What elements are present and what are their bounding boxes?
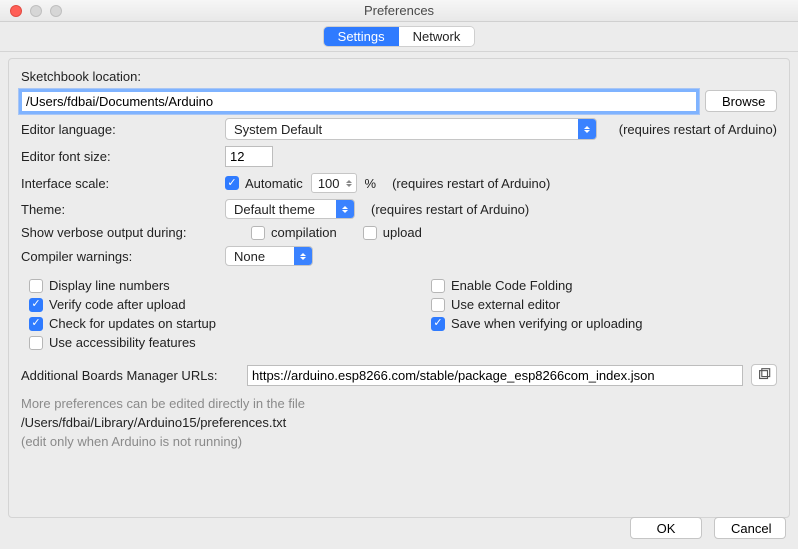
code-folding-label: Enable Code Folding	[451, 278, 572, 293]
titlebar: Preferences	[0, 0, 798, 22]
note-line2: (edit only when Arduino is not running)	[21, 434, 777, 449]
chevron-updown-icon	[336, 200, 354, 218]
display-line-numbers-checkbox[interactable]: Display line numbers	[29, 278, 170, 293]
warnings-select[interactable]: None	[225, 246, 313, 266]
warnings-label: Compiler warnings:	[21, 249, 217, 264]
note-line1: More preferences can be edited directly …	[21, 396, 777, 411]
scale-unit: %	[365, 176, 377, 191]
scale-input[interactable]: 100	[311, 173, 357, 193]
window-stack-icon	[757, 368, 771, 382]
check-updates-checkbox[interactable]: Check for updates on startup	[29, 316, 216, 331]
scale-hint: (requires restart of Arduino)	[392, 176, 550, 191]
check-updates-label: Check for updates on startup	[49, 316, 216, 331]
language-value: System Default	[234, 122, 322, 137]
scale-label: Interface scale:	[21, 176, 217, 191]
settings-panel: Sketchbook location: Browse Editor langu…	[8, 58, 790, 518]
cancel-button[interactable]: Cancel	[714, 517, 786, 539]
verbose-upload-label: upload	[383, 225, 422, 240]
tab-settings[interactable]: Settings	[324, 27, 399, 46]
sketchbook-label: Sketchbook location:	[21, 69, 777, 84]
scale-value: 100	[318, 176, 340, 191]
external-editor-checkbox[interactable]: Use external editor	[431, 297, 560, 312]
fontsize-label: Editor font size:	[21, 149, 217, 164]
code-folding-checkbox[interactable]: Enable Code Folding	[431, 278, 572, 293]
verify-after-upload-label: Verify code after upload	[49, 297, 186, 312]
chevron-updown-icon	[294, 247, 312, 265]
scale-automatic-checkbox[interactable]: Automatic	[225, 176, 303, 191]
boards-label: Additional Boards Manager URLs:	[21, 368, 239, 383]
verbose-compilation-checkbox[interactable]: compilation	[251, 225, 337, 240]
verbose-label: Show verbose output during:	[21, 225, 243, 240]
warnings-value: None	[234, 249, 265, 264]
accessibility-checkbox[interactable]: Use accessibility features	[29, 335, 196, 350]
language-select[interactable]: System Default	[225, 118, 597, 140]
dialog-buttons: OK Cancel	[630, 517, 786, 539]
save-when-verify-checkbox[interactable]: Save when verifying or uploading	[431, 316, 643, 331]
theme-label: Theme:	[21, 202, 217, 217]
sketchbook-path-input[interactable]	[21, 91, 697, 112]
ok-button[interactable]: OK	[630, 517, 702, 539]
window-title: Preferences	[0, 3, 798, 18]
verbose-upload-checkbox[interactable]: upload	[363, 225, 422, 240]
scale-automatic-label: Automatic	[245, 176, 303, 191]
display-line-numbers-label: Display line numbers	[49, 278, 170, 293]
boards-urls-input[interactable]	[247, 365, 743, 386]
verify-after-upload-checkbox[interactable]: Verify code after upload	[29, 297, 186, 312]
accessibility-label: Use accessibility features	[49, 335, 196, 350]
theme-hint: (requires restart of Arduino)	[371, 202, 529, 217]
language-hint: (requires restart of Arduino)	[619, 122, 777, 137]
verbose-compilation-label: compilation	[271, 225, 337, 240]
browse-button[interactable]: Browse	[705, 90, 777, 112]
theme-select[interactable]: Default theme	[225, 199, 355, 219]
theme-value: Default theme	[234, 202, 315, 217]
chevron-updown-icon	[578, 119, 596, 139]
save-when-verify-label: Save when verifying or uploading	[451, 316, 643, 331]
open-urls-dialog-button[interactable]	[751, 364, 777, 386]
tab-network[interactable]: Network	[399, 27, 475, 46]
tab-bar: Settings Network	[0, 22, 798, 52]
prefs-path: /Users/fdbai/Library/Arduino15/preferenc…	[21, 415, 777, 430]
external-editor-label: Use external editor	[451, 297, 560, 312]
fontsize-input[interactable]	[225, 146, 273, 167]
language-label: Editor language:	[21, 122, 217, 137]
